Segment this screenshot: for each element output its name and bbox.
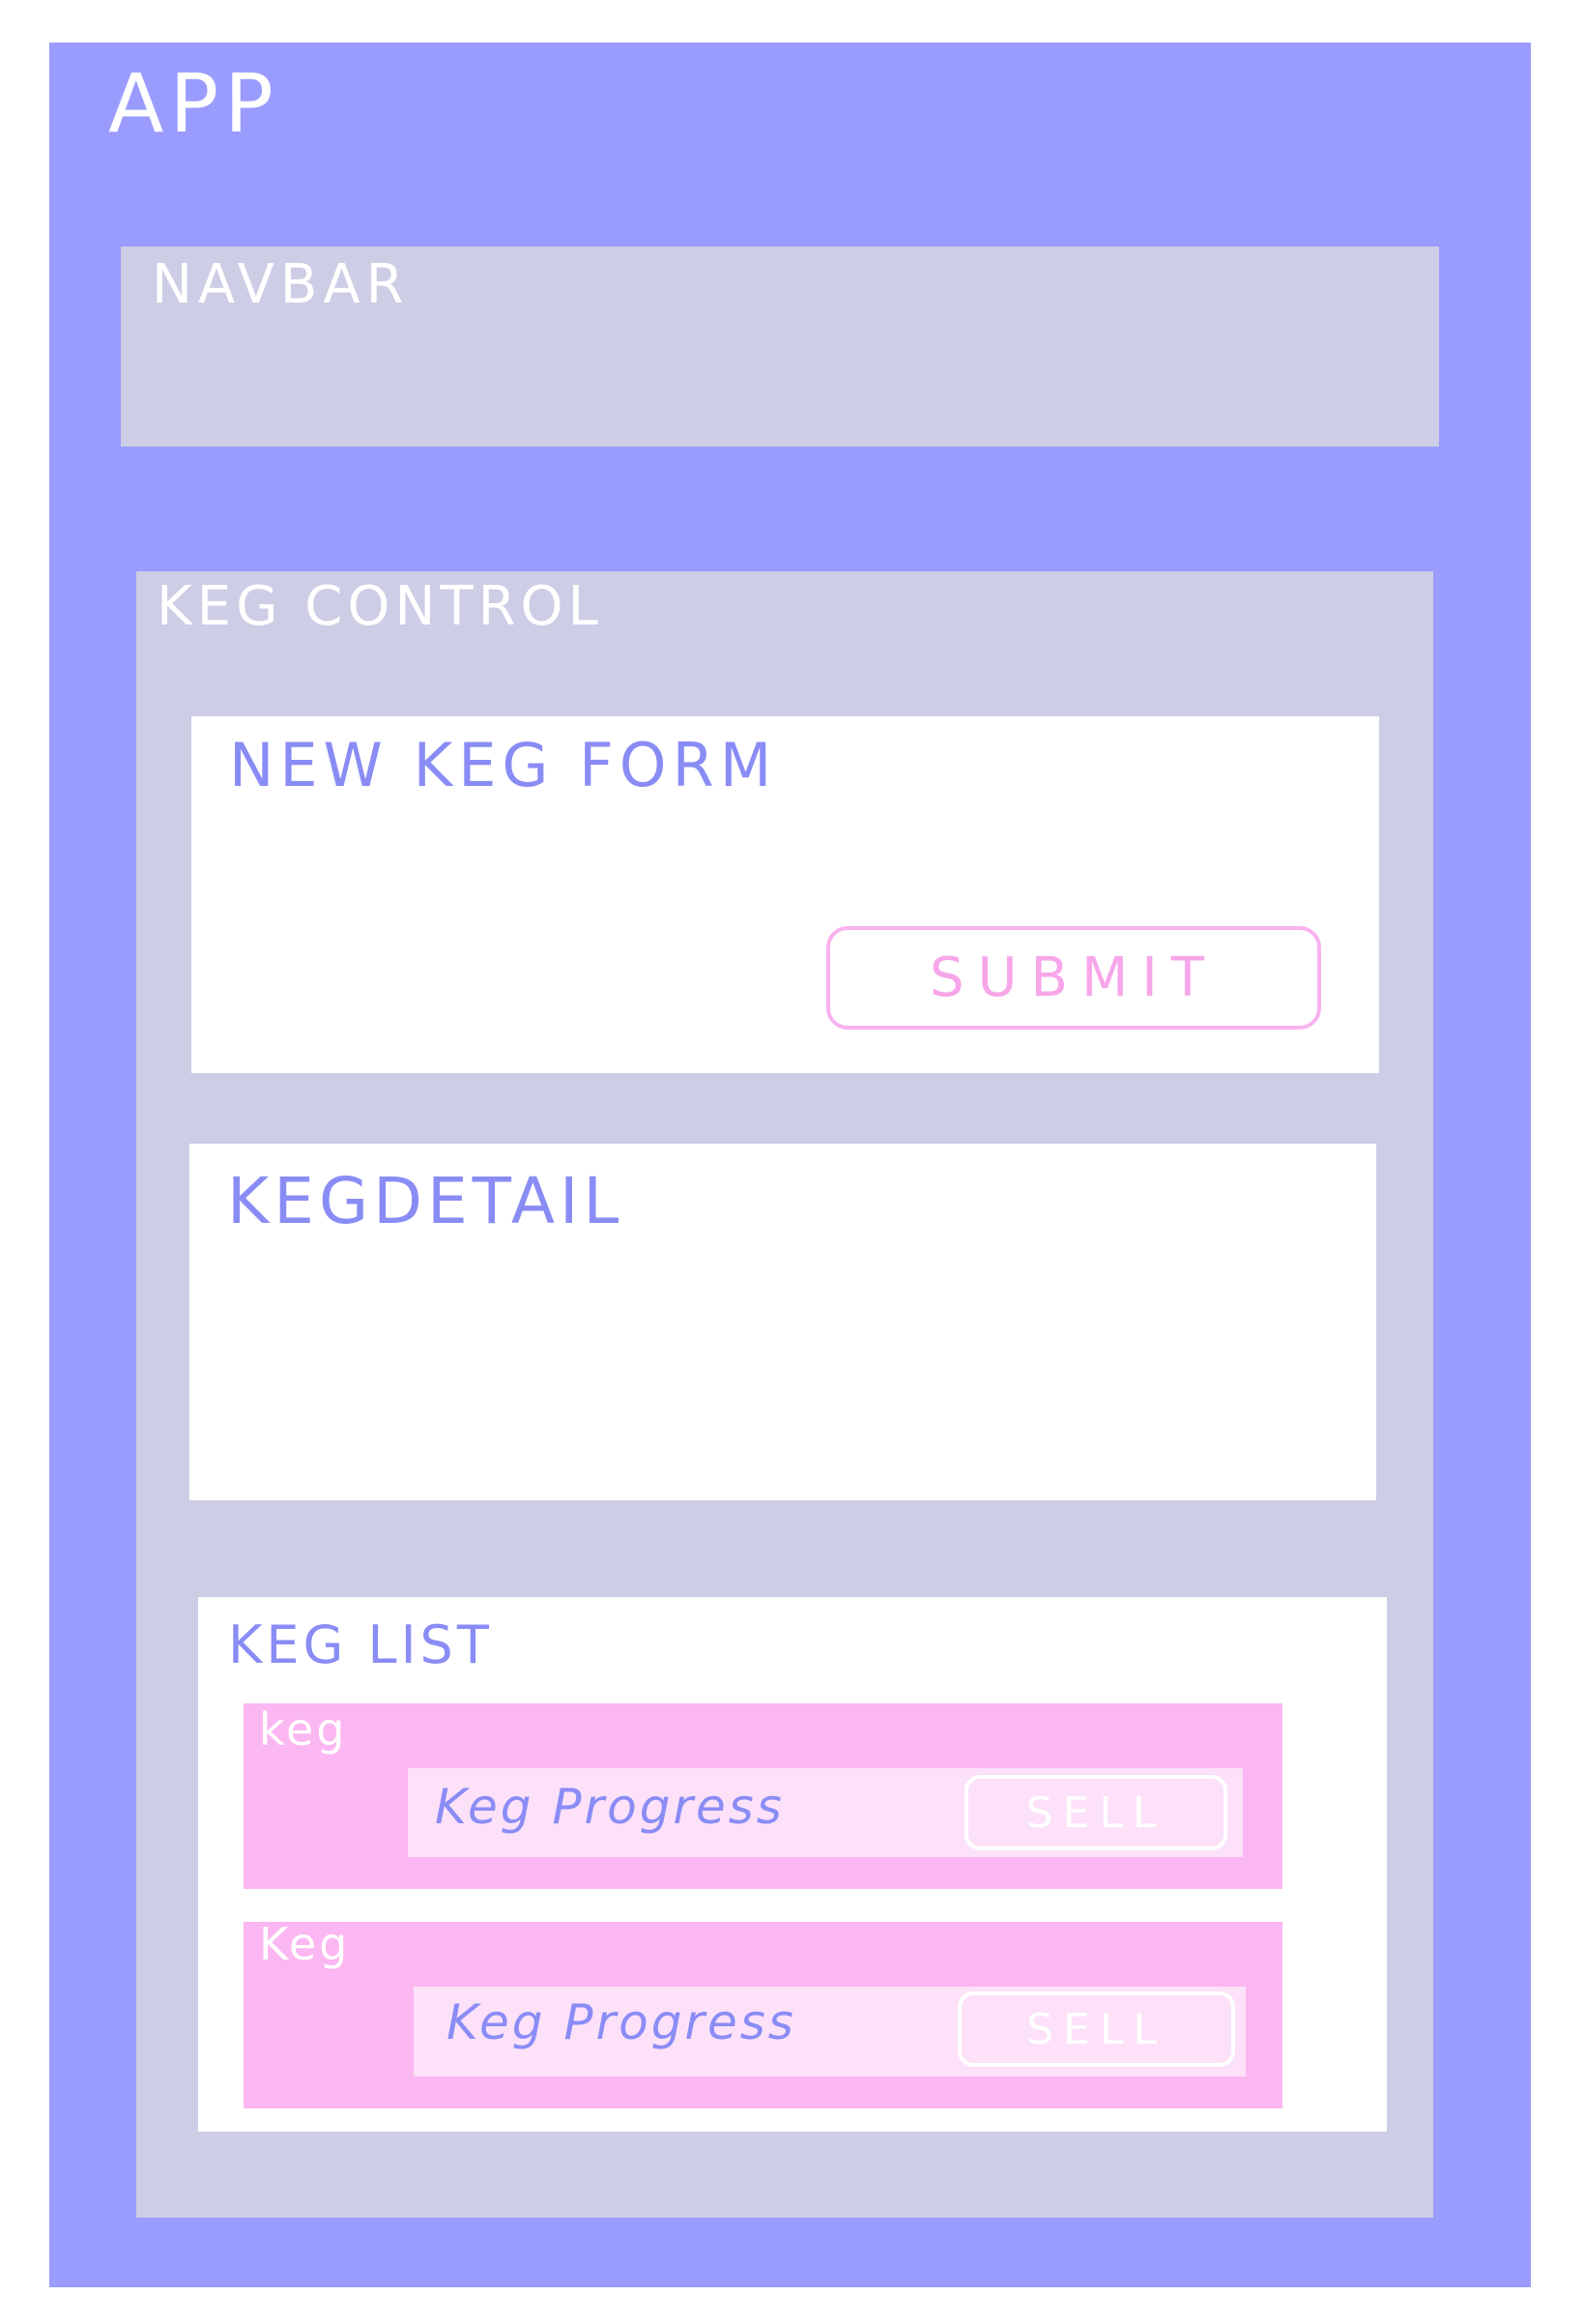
keg-progress-label: Keg Progress (435, 1779, 785, 1835)
sell-button[interactable]: SELL (965, 1775, 1227, 1850)
new-keg-form-label: NEW KEG FORM (229, 730, 778, 800)
app-label: APP (108, 56, 279, 151)
keg-list-label: KEG LIST (228, 1614, 493, 1675)
keg-control-label: KEG CONTROL (157, 575, 603, 638)
sell-button[interactable]: SELL (958, 1991, 1235, 2067)
navbar-label: NAVBAR (152, 253, 410, 316)
keg-progress-label: Keg Progress (446, 1994, 796, 2050)
submit-button[interactable]: SUBMIT (826, 926, 1321, 1030)
keg-item-label: keg (259, 1703, 348, 1756)
keg-detail-label: KEGDETAIL (227, 1164, 624, 1238)
keg-item-label: Keg (259, 1918, 351, 1970)
